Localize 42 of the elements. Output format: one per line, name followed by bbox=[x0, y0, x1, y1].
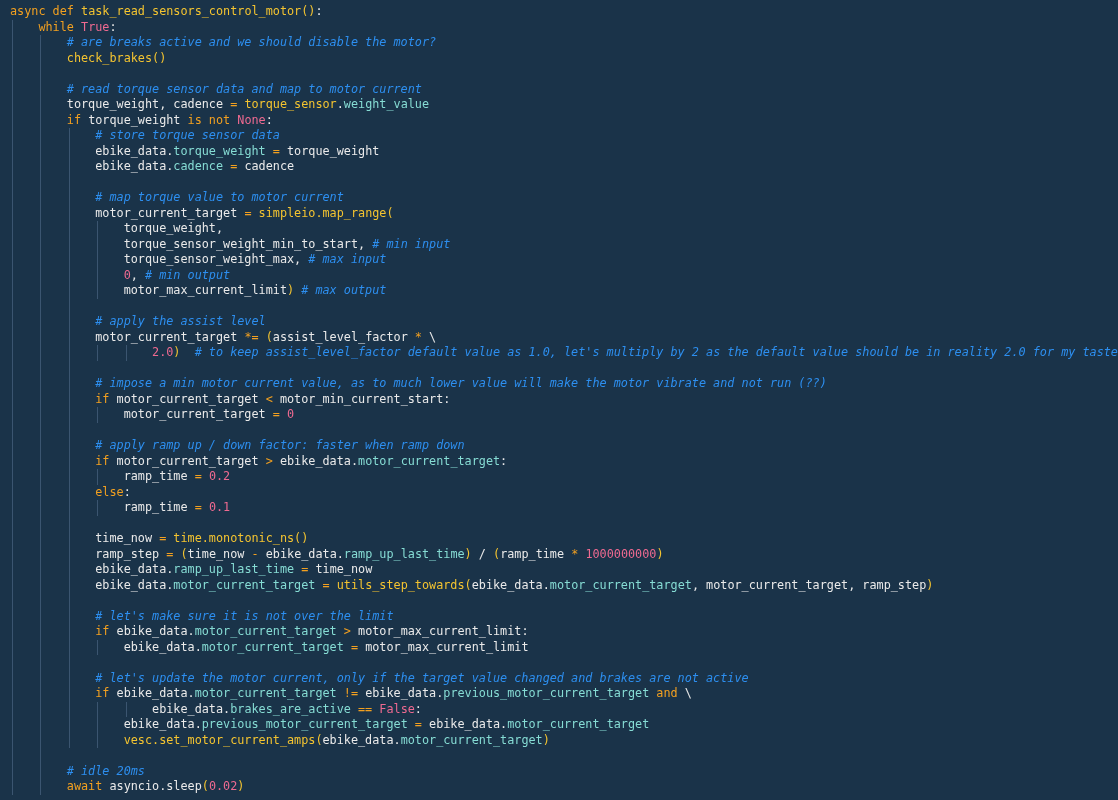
code-line: async def task_read_sensors_control_motor(): bbox=[10, 4, 323, 20]
code-line: # store torque sensor data bbox=[10, 128, 280, 144]
code-line: # are breaks active and we should disable the motor? bbox=[10, 35, 437, 51]
code-line: while True: bbox=[10, 19, 117, 35]
code-line: ramp_time = 0.1 bbox=[10, 500, 231, 516]
code-line: motor_current_target *= (assist_level_factor * \ bbox=[10, 329, 437, 345]
code-line: torque_sensor_weight_max, # max input bbox=[10, 252, 387, 268]
code-line: if torque_weight is not None: bbox=[10, 112, 273, 128]
code-line: motor_current_target = simpleio.map_range( bbox=[10, 205, 394, 221]
code-line: # read torque sensor data and map to motor current bbox=[10, 81, 422, 97]
code-line: ebike_data.previous_motor_current_target = ebike_data.motor_current_target bbox=[10, 717, 650, 733]
code-line: ebike_data.motor_current_target = motor_max_current_limit bbox=[10, 639, 529, 655]
code-line: ebike_data.torque_weight = torque_weight bbox=[10, 143, 380, 159]
code-line: # apply ramp up / down factor: faster when ramp down bbox=[10, 438, 465, 454]
code-line: # let's make sure it is not over the limit bbox=[10, 608, 394, 624]
code-line: torque_weight, bbox=[10, 221, 224, 237]
code-line: ebike_data.motor_current_target = utils_step_towards(ebike_data.motor_current_target, motor_current_target, ramp_step) bbox=[10, 577, 934, 593]
code-line: else: bbox=[10, 484, 131, 500]
code-line: if ebike_data.motor_current_target != ebike_data.previous_motor_current_target and \ bbox=[10, 686, 692, 702]
code-line: torque_weight, cadence = torque_sensor.weight_value bbox=[10, 97, 430, 113]
code-line: if ebike_data.motor_current_target > motor_max_current_limit: bbox=[10, 624, 529, 640]
code-line: if motor_current_target > ebike_data.motor_current_target: bbox=[10, 453, 508, 469]
code-line: vesc.set_motor_current_amps(ebike_data.motor_current_target) bbox=[10, 732, 550, 748]
code-line: torque_sensor_weight_min_to_start, # min input bbox=[10, 236, 451, 252]
code-line: ramp_time = 0.2 bbox=[10, 469, 231, 485]
code-line: await asyncio.sleep(0.02) bbox=[10, 779, 245, 795]
code-line: # impose a min motor current value, as to much lower value will make the motor vibrate and not run (??) bbox=[10, 376, 827, 392]
code-line: ebike_data.cadence = cadence bbox=[10, 159, 295, 175]
code-line: ebike_data.brakes_are_active == False: bbox=[10, 701, 422, 717]
code-line: ebike_data.ramp_up_last_time = time_now bbox=[10, 562, 373, 578]
code-line: # idle 20ms bbox=[10, 763, 145, 779]
code-line: 0, # min output bbox=[10, 267, 231, 283]
code-line: 2.0) # to keep assist_level_factor default value as 1.0, let's multiply by 2 as the default value should be in reality 2.0 for my taste bbox=[10, 345, 1118, 361]
code-line: motor_current_target = 0 bbox=[10, 407, 295, 423]
code-line: check_brakes() bbox=[10, 50, 167, 66]
code-line: motor_max_current_limit) # max output bbox=[10, 283, 387, 299]
code-line: # apply the assist level bbox=[10, 314, 266, 330]
code-line: if motor_current_target < motor_min_current_start: bbox=[10, 391, 451, 407]
code-line: # let's update the motor current, only if the target value changed and brakes are not active bbox=[10, 670, 749, 686]
code-line: ramp_step = (time_now - ebike_data.ramp_up_last_time) / (ramp_time * 1000000000) bbox=[10, 546, 664, 562]
code-line: # map torque value to motor current bbox=[10, 190, 344, 206]
code-line: time_now = time.monotonic_ns() bbox=[10, 531, 309, 547]
